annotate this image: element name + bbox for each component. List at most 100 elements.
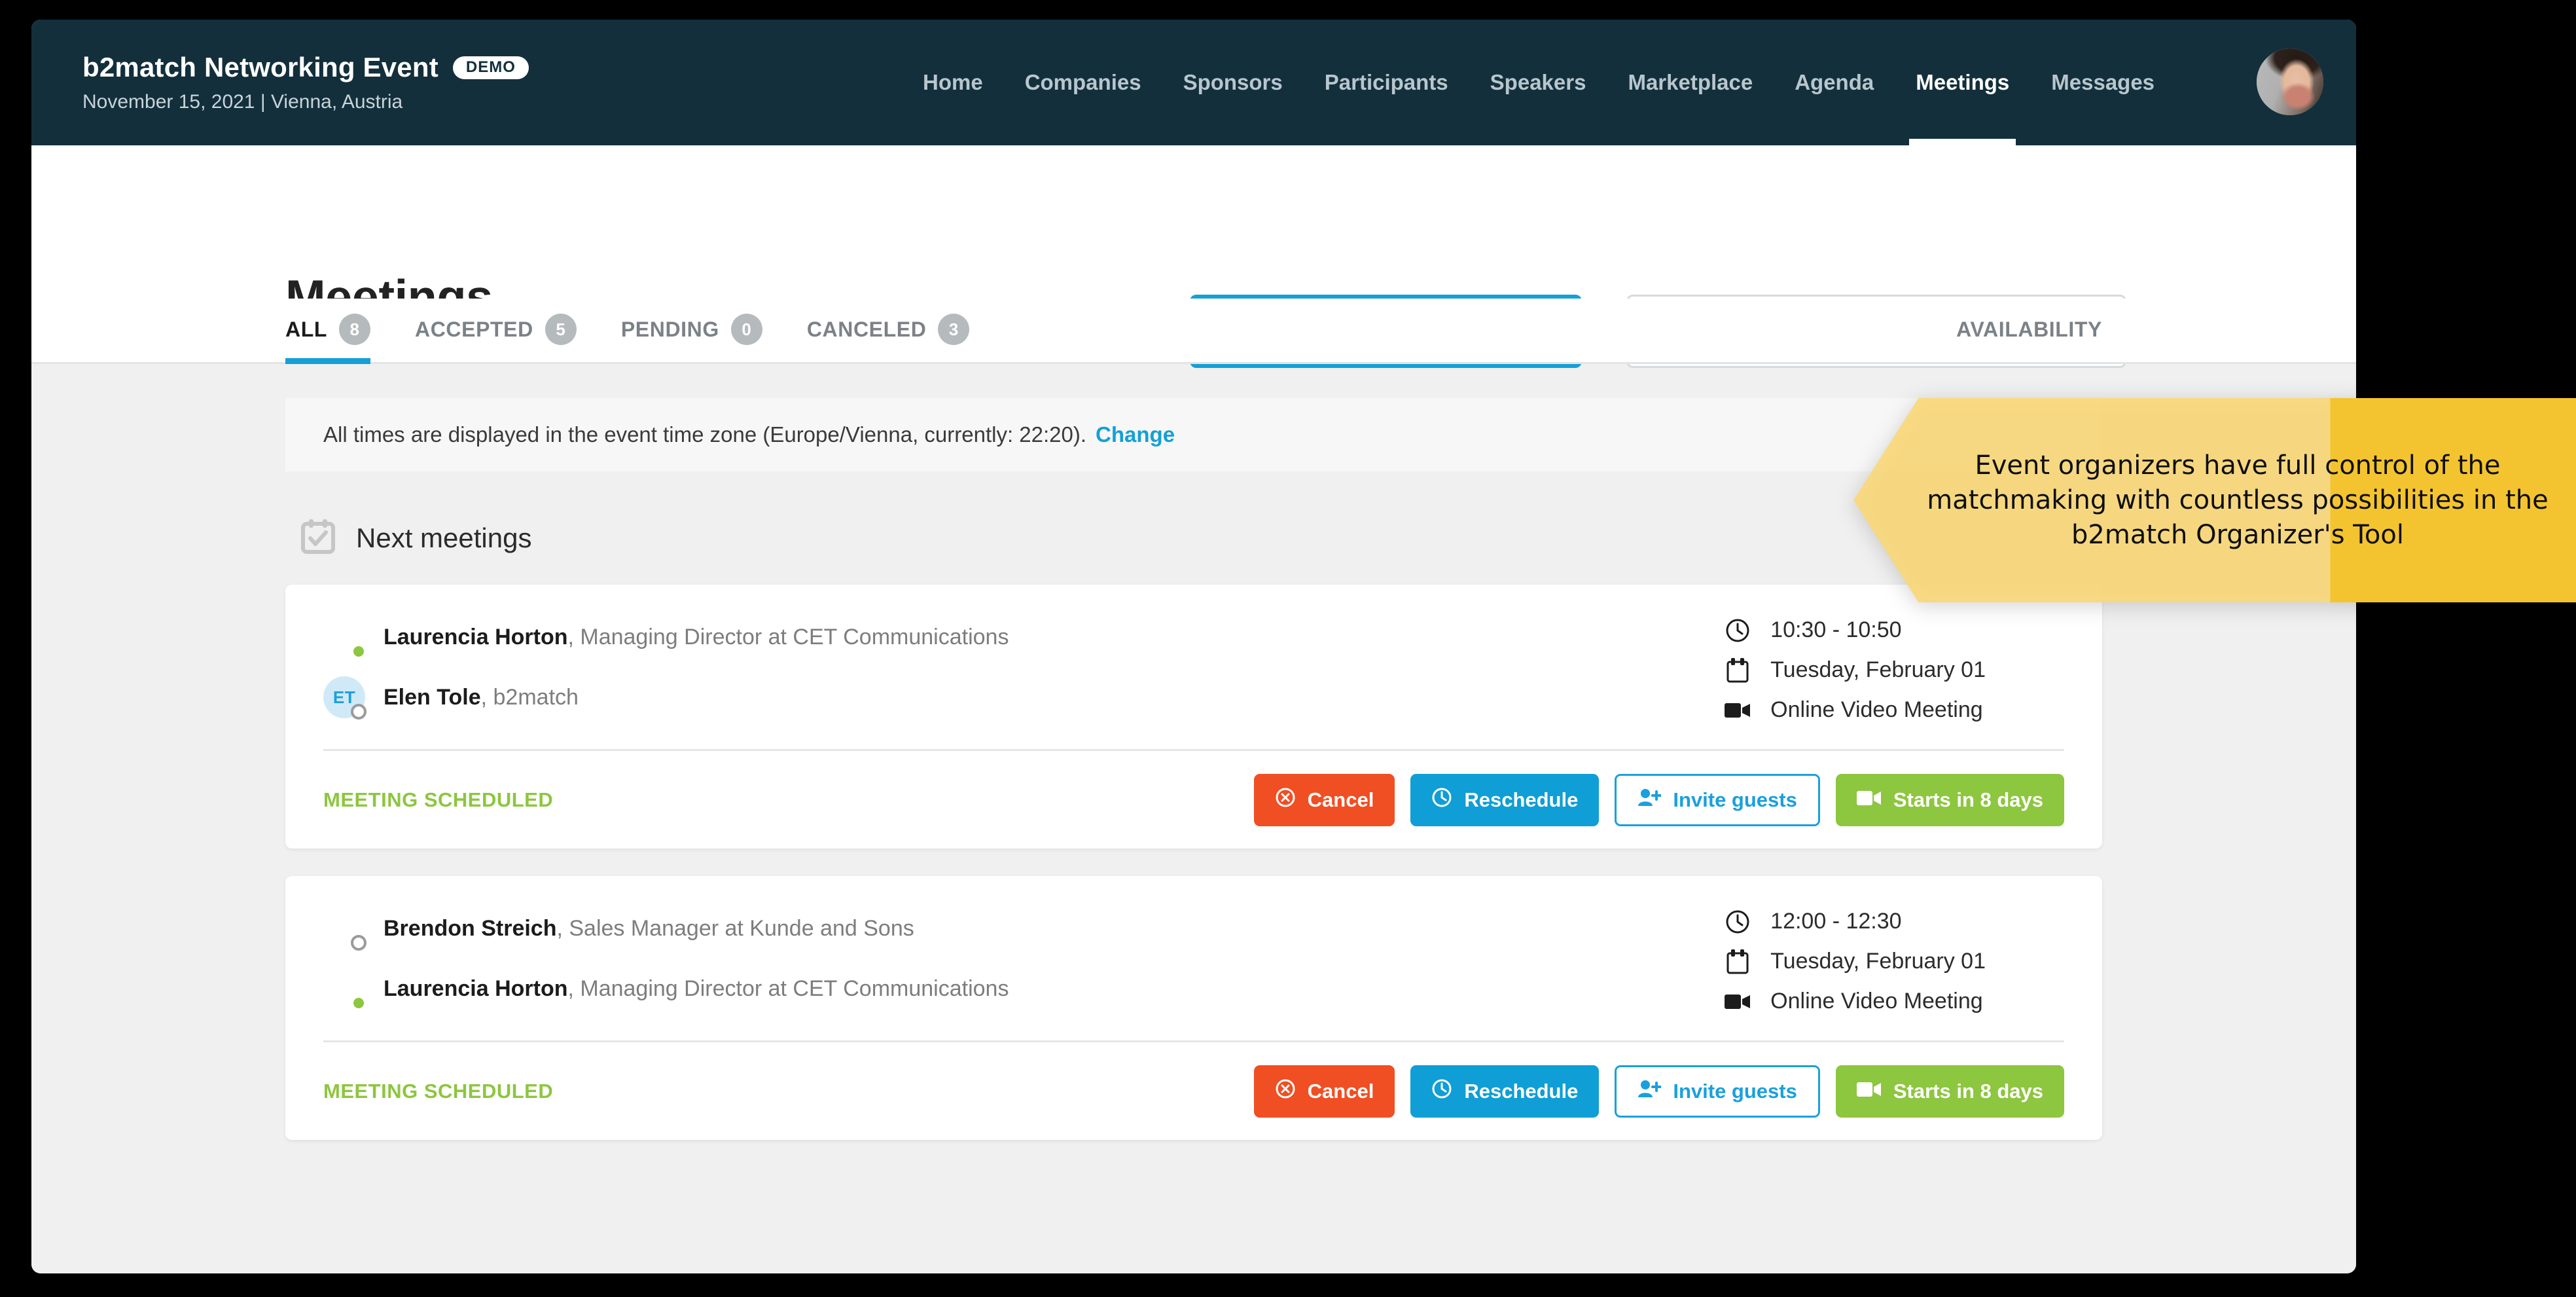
meeting-status-badge: MEETING SCHEDULED: [323, 1080, 553, 1103]
tab-availability[interactable]: AVAILABILITY: [1956, 297, 2102, 362]
participant-name: Laurencia Horton: [384, 625, 567, 649]
next-meetings-label: Next meetings: [356, 522, 531, 554]
add-user-icon: [1637, 788, 1661, 813]
meeting-time-row: 10:30 - 10:50: [1725, 617, 1986, 643]
participant-row[interactable]: ET Elen Tole, b2match: [323, 676, 1009, 718]
video-camera-icon: [1725, 701, 1751, 720]
demo-badge: DEMO: [453, 56, 529, 79]
clock-icon: [1431, 1078, 1452, 1105]
meeting-time-row: 12:00 - 12:30: [1725, 909, 1986, 934]
meeting-card-top: Brendon Streich, Sales Manager at Kunde …: [323, 905, 2064, 1040]
tab-canceled-count: 3: [938, 314, 969, 345]
invite-guests-button[interactable]: Invite guests: [1615, 774, 1820, 826]
timezone-notice-text: All times are displayed in the event tim…: [323, 422, 1086, 447]
participant-detail: , Sales Manager at Kunde and Sons: [556, 916, 914, 941]
participant-name: Elen Tole: [384, 685, 481, 710]
tab-accepted[interactable]: ACCEPTED 5: [393, 297, 599, 362]
participant-name: Brendon Streich: [384, 916, 556, 941]
main-nav: Home Companies Sponsors Participants Spe…: [902, 20, 2175, 145]
video-camera-icon: [1725, 993, 1751, 1011]
nav-item-meetings[interactable]: Meetings: [1895, 20, 2030, 145]
cancel-circle-icon: [1275, 1078, 1296, 1105]
participant-text: Laurencia Horton, Managing Director at C…: [384, 625, 1009, 650]
nav-item-home[interactable]: Home: [902, 20, 1004, 145]
tab-all[interactable]: ALL 8: [285, 297, 393, 362]
reschedule-button[interactable]: Reschedule: [1410, 1065, 1599, 1118]
nav-item-agenda[interactable]: Agenda: [1774, 20, 1895, 145]
starts-in-button[interactable]: Starts in 8 days: [1836, 774, 2064, 826]
tab-canceled[interactable]: CANCELED 3: [785, 297, 992, 362]
nav-item-messages[interactable]: Messages: [2030, 20, 2175, 145]
meeting-participants: Laurencia Horton, Managing Director at C…: [323, 613, 1009, 718]
participant-row[interactable]: Brendon Streich, Sales Manager at Kunde …: [323, 907, 1009, 949]
reschedule-button[interactable]: Reschedule: [1410, 774, 1599, 826]
timezone-change-link[interactable]: Change: [1096, 422, 1175, 447]
meeting-location: Online Video Meeting: [1770, 989, 1982, 1014]
meeting-date: Tuesday, February 01: [1770, 657, 1986, 683]
timezone-notice: All times are displayed in the event tim…: [285, 398, 2102, 471]
nav-item-marketplace[interactable]: Marketplace: [1607, 20, 1774, 145]
avatar-image: [2257, 48, 2323, 115]
meeting-location-row: Online Video Meeting: [1725, 989, 1986, 1014]
participant-avatar: [323, 968, 365, 1010]
meeting-time: 12:00 - 12:30: [1770, 909, 1901, 934]
meeting-card-top: Laurencia Horton, Managing Director at C…: [323, 613, 2064, 749]
calendar-icon: [1725, 658, 1751, 683]
participant-text: Laurencia Horton, Managing Director at C…: [384, 976, 1009, 1002]
participant-avatar: ET: [323, 676, 365, 718]
brand-block: b2match Networking Event DEMO November 1…: [82, 52, 529, 113]
meeting-card-footer: MEETING SCHEDULED Cancel: [323, 749, 2064, 849]
calendar-icon: [1725, 949, 1751, 974]
clock-icon: [1431, 787, 1452, 813]
meeting-actions: Cancel Reschedule: [1254, 1065, 2064, 1118]
participant-avatar: [323, 616, 365, 658]
video-camera-icon: [1857, 1080, 1882, 1103]
participant-row[interactable]: Laurencia Horton, Managing Director at C…: [323, 968, 1009, 1010]
next-meetings-header: Next meetings: [285, 519, 2102, 557]
tab-pending[interactable]: PENDING 0: [599, 297, 785, 362]
event-title: b2match Networking Event: [82, 52, 438, 83]
participant-avatar: [323, 907, 365, 949]
tab-accepted-count: 5: [545, 314, 577, 345]
starts-in-button[interactable]: Starts in 8 days: [1836, 1065, 2064, 1118]
meeting-time: 10:30 - 10:50: [1770, 617, 1901, 643]
nav-item-companies[interactable]: Companies: [1004, 20, 1162, 145]
meeting-meta: 12:00 - 12:30 Tuesday, February 01: [1725, 905, 2064, 1014]
meeting-meta: 10:30 - 10:50 Tuesday, February 01: [1725, 613, 2064, 723]
meeting-participants: Brendon Streich, Sales Manager at Kunde …: [323, 905, 1009, 1010]
starts-in-label: Starts in 8 days: [1893, 1080, 2043, 1103]
participant-name: Laurencia Horton: [384, 976, 567, 1001]
callout-text: Event organizers have full control of th…: [1925, 448, 2550, 552]
invite-guests-label: Invite guests: [1673, 1080, 1797, 1103]
online-status-dot: [351, 995, 367, 1011]
user-avatar[interactable]: [2257, 48, 2323, 115]
participant-row[interactable]: Laurencia Horton, Managing Director at C…: [323, 616, 1009, 658]
participant-detail: , Managing Director at CET Communication…: [567, 625, 1009, 649]
meeting-card[interactable]: Brendon Streich, Sales Manager at Kunde …: [285, 876, 2102, 1140]
clock-icon: [1725, 909, 1751, 934]
cancel-button[interactable]: Cancel: [1254, 774, 1395, 826]
cancel-circle-icon: [1275, 787, 1296, 813]
offline-status-dot: [351, 935, 367, 951]
nav-item-speakers[interactable]: Speakers: [1469, 20, 1607, 145]
invite-guests-button[interactable]: Invite guests: [1615, 1065, 1820, 1118]
cancel-button[interactable]: Cancel: [1254, 1065, 1395, 1118]
meeting-card[interactable]: Laurencia Horton, Managing Director at C…: [285, 585, 2102, 849]
screen: b2match Networking Event DEMO November 1…: [0, 0, 2576, 1297]
cancel-label: Cancel: [1308, 1080, 1374, 1103]
invite-guests-label: Invite guests: [1673, 788, 1797, 812]
meeting-date-row: Tuesday, February 01: [1725, 949, 1986, 974]
meeting-date: Tuesday, February 01: [1770, 949, 1986, 974]
clock-icon: [1725, 618, 1751, 643]
add-user-icon: [1637, 1079, 1661, 1104]
participant-detail: , Managing Director at CET Communication…: [567, 976, 1009, 1001]
meetings-tabs: ALL 8 ACCEPTED 5 PENDING 0 CANCELED 3 AV…: [31, 299, 2356, 364]
cancel-label: Cancel: [1308, 788, 1374, 812]
meeting-actions: Cancel Reschedule: [1254, 774, 2064, 826]
nav-item-sponsors[interactable]: Sponsors: [1162, 20, 1304, 145]
nav-item-participants[interactable]: Participants: [1304, 20, 1469, 145]
page-header: Meetings Camera and microphone test My m…: [31, 145, 2356, 299]
video-camera-icon: [1857, 788, 1882, 812]
tab-all-label: ALL: [285, 318, 327, 342]
meeting-status-badge: MEETING SCHEDULED: [323, 788, 553, 812]
